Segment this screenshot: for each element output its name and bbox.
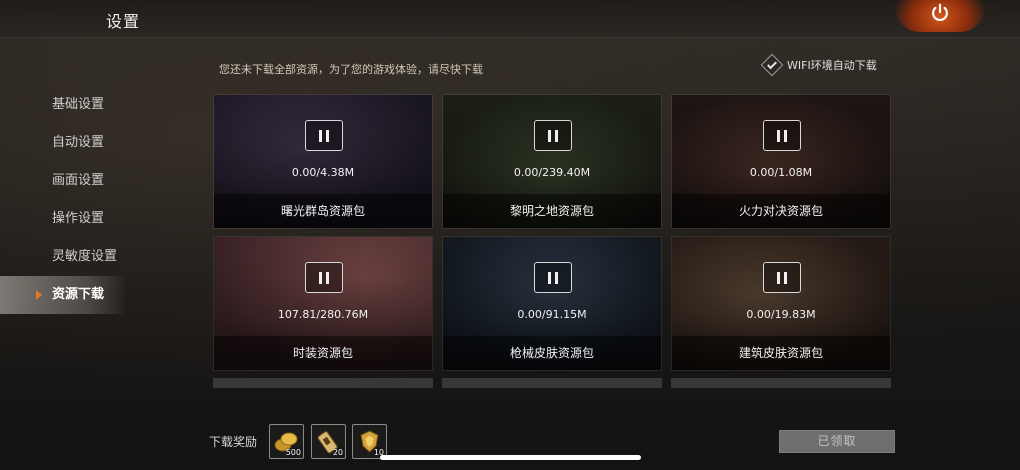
download-reward-label: 下载奖励 (209, 435, 258, 449)
claim-reward-button[interactable]: 已领取 (779, 430, 895, 453)
download-progress: 0.00/239.40M (513, 166, 591, 179)
download-progress: 0.00/19.83M (746, 308, 816, 321)
download-progress: 0.00/1.08M (749, 166, 813, 179)
pause-icon (319, 129, 322, 142)
power-icon (932, 3, 948, 22)
reward-item-ticket[interactable]: 20 (311, 424, 346, 459)
home-indicator[interactable] (380, 455, 641, 460)
sidebar-item-label: 灵敏度设置 (52, 249, 118, 264)
package-name: 时装资源包 (292, 346, 353, 360)
sidebar-item-label: 自动设置 (52, 135, 105, 150)
pause-icon (548, 271, 551, 284)
sidebar-item-label: 资源下载 (52, 287, 105, 302)
package-name: 黎明之地资源包 (509, 204, 594, 218)
resource-card[interactable]: 0.00/239.40M 黎明之地资源包 (442, 94, 662, 229)
pause-button[interactable] (534, 262, 572, 293)
pause-icon (548, 129, 551, 142)
next-row-card-edge (671, 378, 891, 388)
wifi-auto-download-toggle[interactable]: WIFI环境自动下载 (760, 53, 877, 77)
resource-card[interactable]: 0.00/1.08M 火力对决资源包 (671, 94, 891, 229)
package-name: 曙光群岛资源包 (280, 204, 365, 218)
sidebar-item-control-settings[interactable]: 操作设置 (0, 200, 124, 238)
sidebar-item-auto-settings[interactable]: 自动设置 (0, 124, 124, 162)
next-row-card-edge (442, 378, 662, 388)
top-bar: 设置 (0, 0, 1020, 38)
sidebar-item-basic-settings[interactable]: 基础设置 (0, 86, 124, 124)
sidebar-item-label: 基础设置 (52, 97, 105, 112)
download-progress: 0.00/4.38M (291, 166, 355, 179)
resource-card[interactable]: 0.00/19.83M 建筑皮肤资源包 (671, 236, 891, 371)
download-progress: 0.00/91.15M (517, 308, 587, 321)
package-name: 枪械皮肤资源包 (509, 346, 594, 360)
active-arrow-icon (36, 290, 42, 300)
sidebar-item-label: 操作设置 (52, 211, 105, 226)
sidebar-item-label: 画面设置 (52, 173, 105, 188)
pause-icon (777, 271, 780, 284)
reward-quantity: 500 (285, 448, 301, 457)
wifi-auto-download-label: WIFI环境自动下载 (787, 59, 877, 72)
pause-button[interactable] (763, 262, 801, 293)
checkbox-checked-icon[interactable] (760, 53, 784, 77)
resource-package-grid: 0.00/4.38M 曙光群岛资源包 0.00/239.40M 黎明之地资源包 … (213, 94, 891, 389)
sidebar-item-sensitivity-settings[interactable]: 灵敏度设置 (0, 238, 124, 276)
resource-card[interactable]: 0.00/91.15M 枪械皮肤资源包 (442, 236, 662, 371)
download-notice: 您还未下载全部资源，为了您的游戏体验，请尽快下载 (219, 63, 483, 76)
page-title: 设置 (106, 12, 141, 31)
sidebar-item-resource-download[interactable]: 资源下载 (0, 276, 124, 314)
reward-item-gold-coins[interactable]: 500 (269, 424, 304, 459)
package-name: 火力对决资源包 (738, 204, 823, 218)
pause-button[interactable] (534, 120, 572, 151)
sidebar-item-graphics-settings[interactable]: 画面设置 (0, 162, 124, 200)
resource-card[interactable]: 0.00/4.38M 曙光群岛资源包 (213, 94, 433, 229)
pause-button[interactable] (305, 262, 343, 293)
reward-item-badge[interactable]: 10 (352, 424, 387, 459)
package-name: 建筑皮肤资源包 (738, 346, 823, 360)
next-row-card-edge (213, 378, 433, 388)
download-progress: 107.81/280.76M (277, 308, 369, 321)
power-button[interactable] (895, 0, 985, 32)
sidebar: 基础设置 自动设置 画面设置 操作设置 灵敏度设置 资源下载 (0, 86, 124, 314)
pause-icon (777, 129, 780, 142)
pause-icon (319, 271, 322, 284)
resource-card[interactable]: 107.81/280.76M 时装资源包 (213, 236, 433, 371)
pause-button[interactable] (763, 120, 801, 151)
pause-button[interactable] (305, 120, 343, 151)
reward-quantity: 20 (332, 448, 343, 457)
